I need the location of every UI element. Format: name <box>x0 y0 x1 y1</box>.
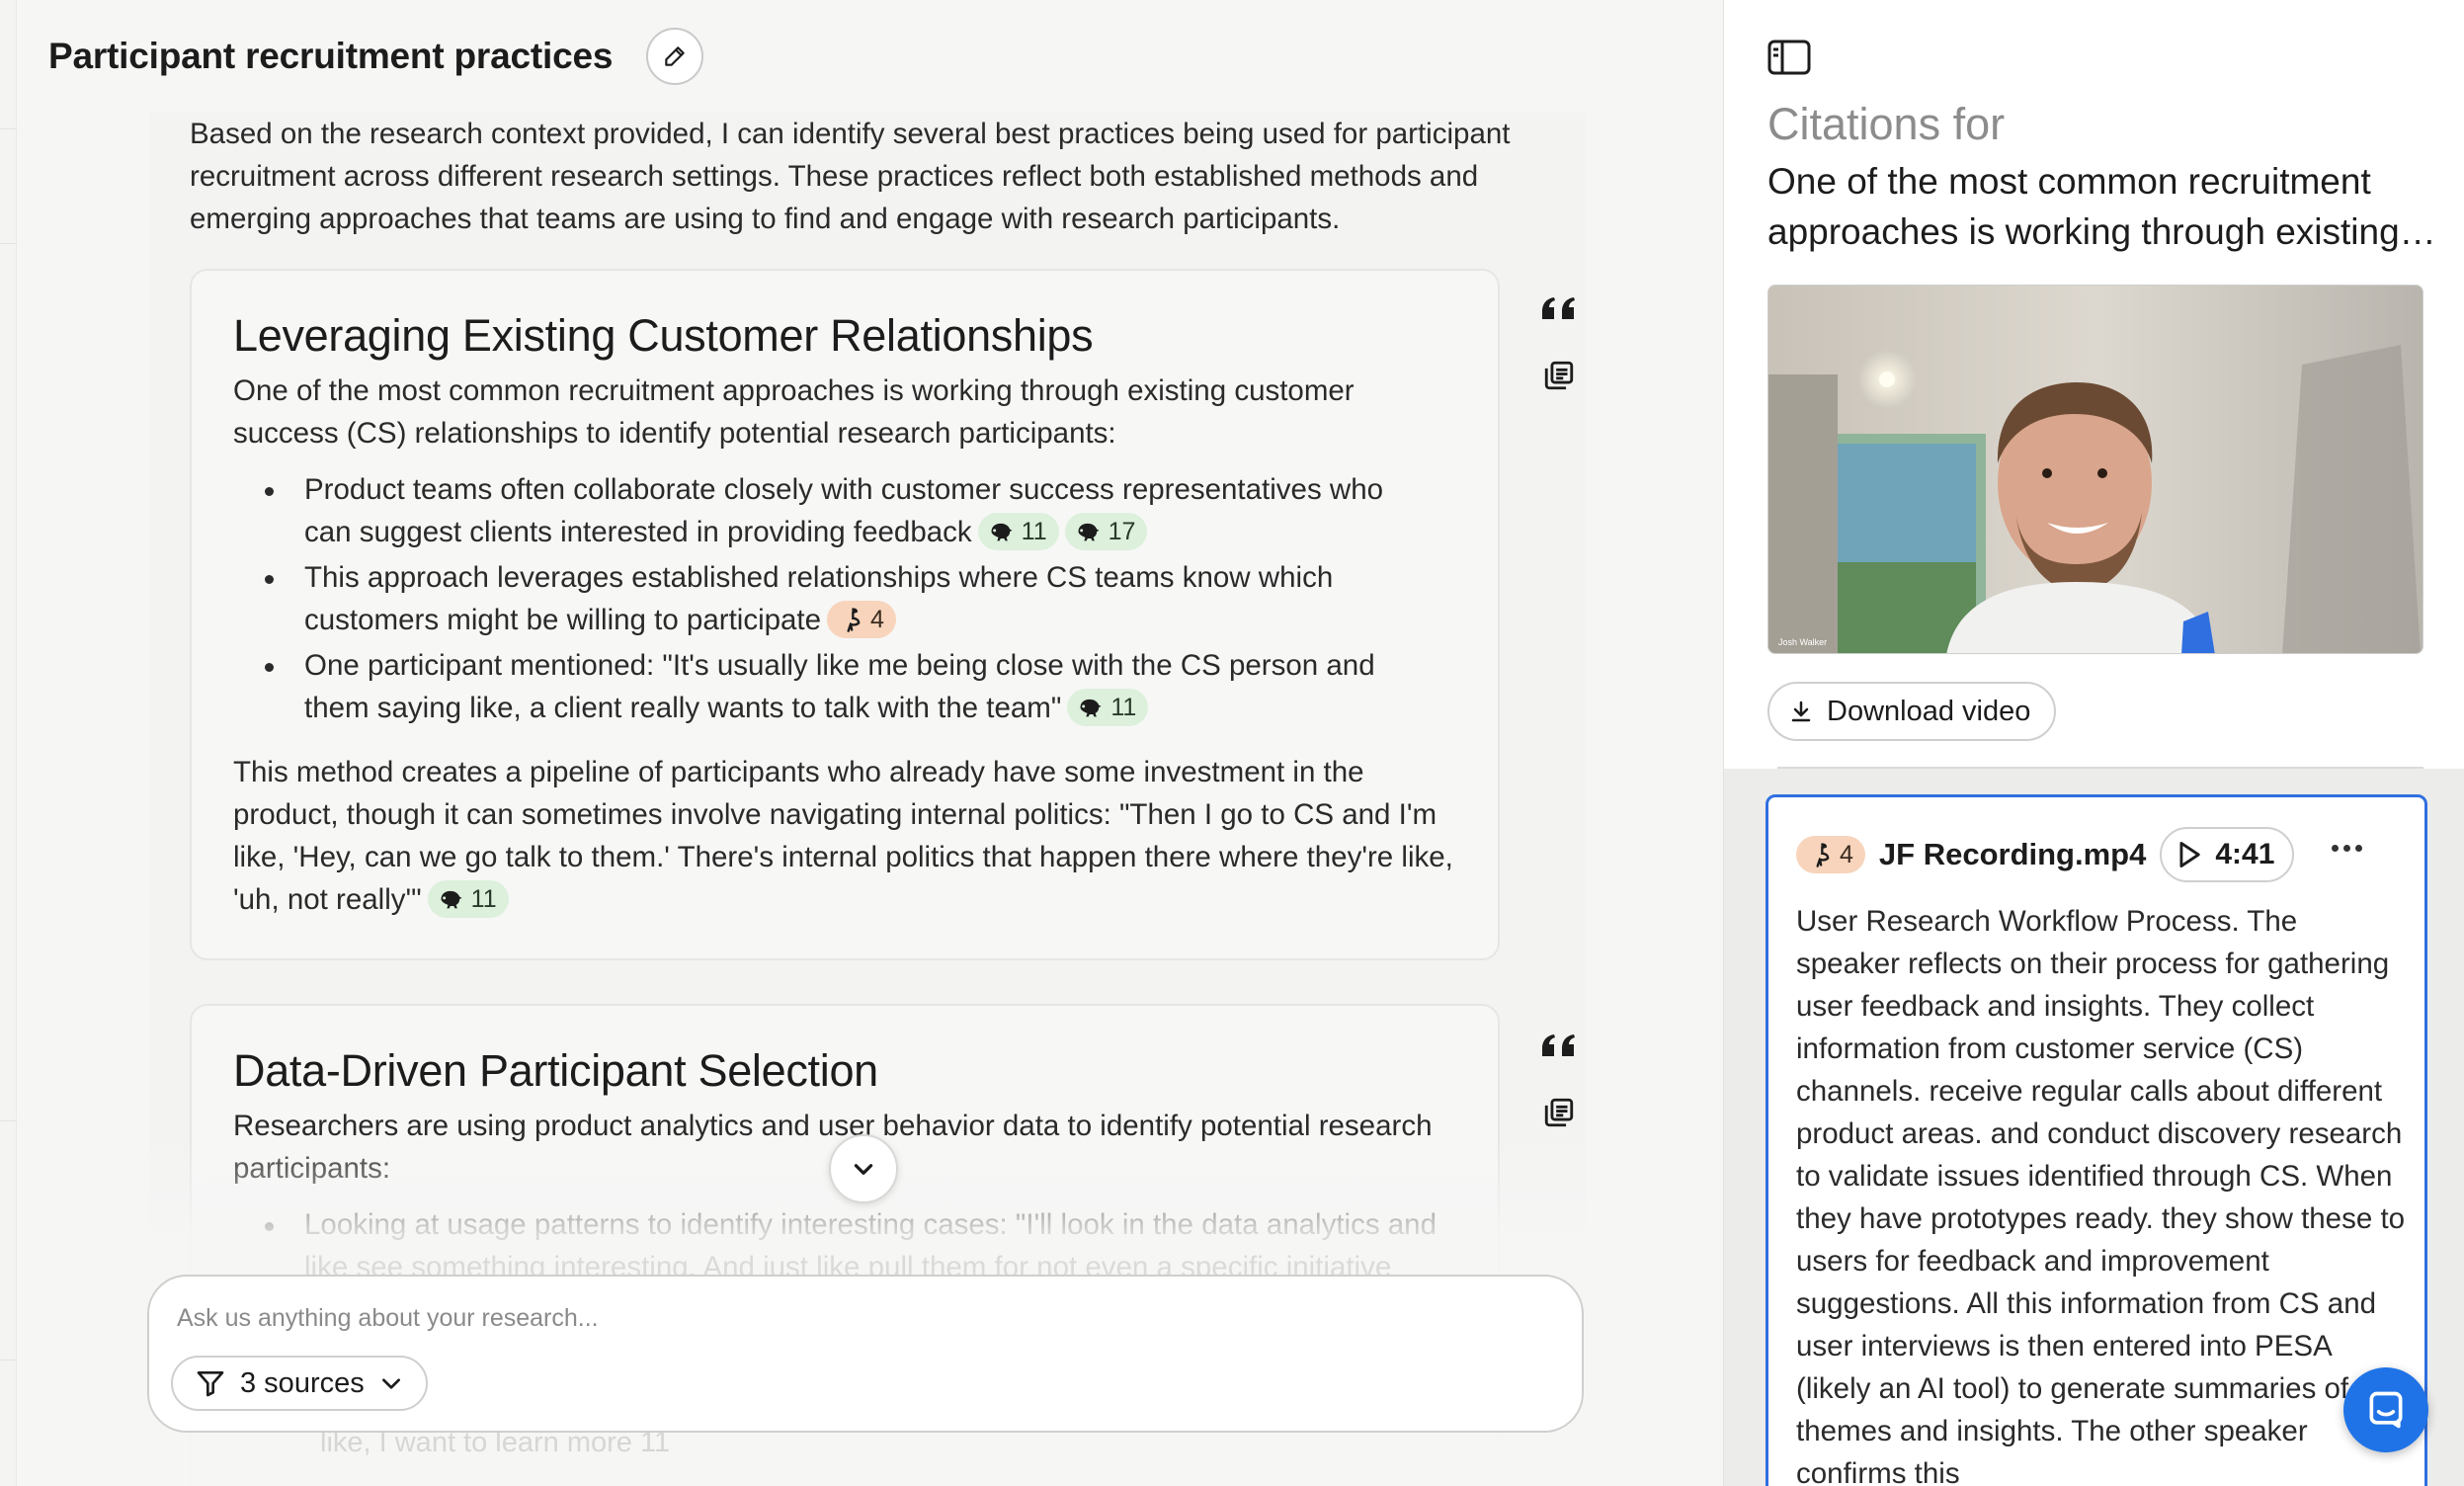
quote-button[interactable] <box>1539 290 1579 330</box>
quote-icon <box>1542 297 1575 319</box>
main-area: Participant recruitment practices Based … <box>17 0 1723 1486</box>
bullet-text: This approach leverages established rela… <box>304 561 1334 636</box>
citation-chip[interactable]: 17 <box>1064 513 1148 551</box>
citation-quote: One of the most common recruitment appro… <box>1767 161 2439 252</box>
copy-icon <box>1544 1098 1574 1127</box>
chameleon-icon <box>1080 700 1102 717</box>
more-horizontal-icon <box>2343 845 2350 852</box>
section-actions <box>1539 1028 1579 1132</box>
edit-title-button[interactable] <box>646 28 704 85</box>
chat-composer: 3 sources <box>147 1275 1584 1433</box>
more-horizontal-icon <box>2332 845 2339 852</box>
citations-label: Citations for <box>1767 99 2006 149</box>
video-frame-image <box>1768 286 2423 653</box>
citation-chip[interactable]: 11 <box>427 880 509 919</box>
chat-bubble-icon <box>2369 1391 2403 1429</box>
citation-chip[interactable]: 11 <box>1067 689 1149 727</box>
bullet-item: One participant mentioned: "It's usually… <box>261 644 1437 729</box>
play-icon <box>2179 842 2201 867</box>
download-video-button[interactable]: Download video <box>1767 682 2057 741</box>
nav-divider <box>0 243 17 244</box>
citation-summary: User Research Workflow Process. The spea… <box>1796 905 2406 1486</box>
citation-card[interactable]: 4 JF Recording.mp4 4:41 User Research Wo… <box>1766 794 2427 1486</box>
download-label: Download video <box>1827 695 2031 727</box>
bullet-text: Product teams often collaborate closely … <box>304 473 1384 548</box>
more-options-button[interactable] <box>2332 845 2362 852</box>
video-participant-name: Josh Walker <box>1778 637 1828 647</box>
citation-card-header: 4 JF Recording.mp4 4:41 <box>1796 827 2295 882</box>
bullet-text: One participant mentioned: "It's usually… <box>304 649 1375 724</box>
citation-chip[interactable]: 4 <box>827 601 896 639</box>
chameleon-icon <box>441 891 462 909</box>
answer-section-card: Leveraging Existing Customer Relationshi… <box>190 269 1500 960</box>
page-title: Participant recruitment practices <box>48 36 614 76</box>
filter-icon <box>197 1371 224 1397</box>
bullet-item: Product teams often collaborate closely … <box>261 468 1437 553</box>
video-player[interactable]: Josh Walker <box>1767 285 2423 654</box>
chevron-down-icon <box>381 1378 400 1389</box>
ostrich-icon <box>1816 843 1830 867</box>
citation-chip[interactable]: 11 <box>977 513 1059 551</box>
section-actions <box>1539 290 1579 395</box>
app-root: Participant recruitment practices Based … <box>0 0 2464 1486</box>
chameleon-icon <box>991 524 1013 541</box>
recording-filename: JF Recording.mp4 <box>1878 837 2147 871</box>
section-lead: One of the most common recruitment appro… <box>233 374 1355 450</box>
sources-filter-button[interactable]: 3 sources <box>171 1356 428 1411</box>
scroll-to-bottom-button[interactable] <box>829 1134 898 1203</box>
left-nav-strip <box>0 0 17 1486</box>
more-horizontal-icon <box>2355 845 2362 852</box>
bullet-text: Looking at usage patterns to identify in… <box>304 1208 1437 1283</box>
section-closing: This method creates a pipeline of partic… <box>233 751 1458 921</box>
copy-button[interactable] <box>1539 356 1579 395</box>
chevron-down-icon <box>854 1164 873 1175</box>
timestamp: 4:41 <box>2215 838 2275 870</box>
copy-button[interactable] <box>1539 1093 1579 1132</box>
pencil-icon <box>665 46 685 66</box>
section-heading: Data-Driven Participant Selection <box>233 1045 878 1096</box>
nav-divider <box>0 1360 17 1361</box>
quote-button[interactable] <box>1539 1028 1579 1067</box>
citation-chip[interactable]: 4 <box>1796 836 1865 873</box>
nav-divider <box>0 128 17 129</box>
answer-intro: Based on the research context provided, … <box>190 118 1511 235</box>
sidebar-toggle-icon <box>1767 40 1811 75</box>
page-header: Participant recruitment practices <box>48 28 704 85</box>
download-icon <box>1791 701 1811 722</box>
nav-divider <box>0 1120 17 1121</box>
sources-label: 3 sources <box>240 1366 365 1399</box>
panel-toggle-button[interactable] <box>1767 40 1811 75</box>
bullet-item: This approach leverages established rela… <box>261 556 1437 641</box>
chameleon-icon <box>1078 524 1100 541</box>
chat-support-button[interactable] <box>2343 1367 2428 1452</box>
play-timestamp-button[interactable]: 4:41 <box>2160 827 2295 882</box>
copy-icon <box>1544 361 1574 390</box>
quote-icon <box>1542 1034 1575 1056</box>
section-bullets: Product teams often collaborate closely … <box>261 468 1437 732</box>
ostrich-icon <box>847 608 861 633</box>
citation-list: 4 JF Recording.mp4 4:41 User Research Wo… <box>1724 769 2464 1486</box>
section-heading: Leveraging Existing Customer Relationshi… <box>233 310 1094 361</box>
chat-input[interactable] <box>177 1298 1550 1338</box>
citations-panel: Citations for One of the most common rec… <box>1723 0 2464 1486</box>
